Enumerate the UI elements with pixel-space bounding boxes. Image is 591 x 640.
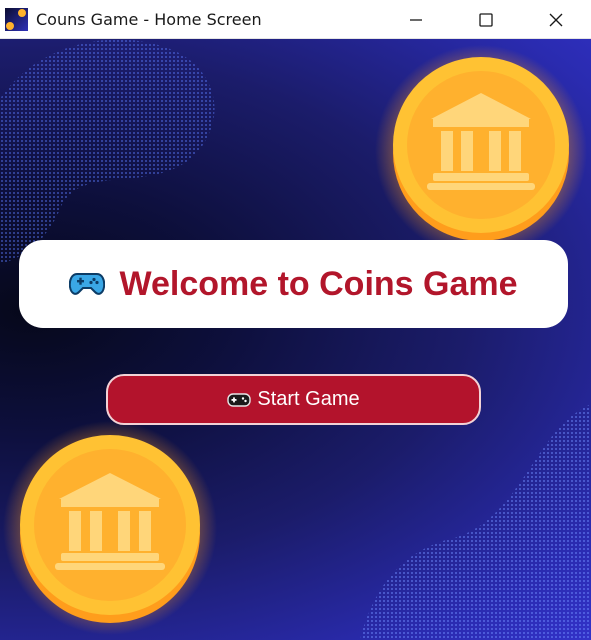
gamepad-icon xyxy=(227,392,252,407)
coin-bank-icon xyxy=(375,45,587,257)
minimize-button[interactable] xyxy=(381,0,451,39)
welcome-banner: Welcome to Coins Game xyxy=(19,240,568,328)
maximize-button[interactable] xyxy=(451,0,521,39)
start-game-button[interactable]: Start Game xyxy=(106,374,481,425)
gamepad-icon xyxy=(69,273,106,295)
dotted-wave-decoration xyxy=(360,404,591,640)
close-icon xyxy=(549,13,563,26)
home-screen: Welcome to Coins Game Start Game xyxy=(0,39,591,640)
close-button[interactable] xyxy=(521,0,591,39)
window-controls xyxy=(381,0,591,39)
app-window: Couns Game - Home Screen Welcome to Coin… xyxy=(0,0,591,640)
dotted-wave-decoration xyxy=(0,39,215,265)
minimize-icon xyxy=(410,18,422,21)
window-title: Couns Game - Home Screen xyxy=(36,9,262,29)
coin-bank-icon xyxy=(3,421,217,635)
app-icon xyxy=(5,7,28,31)
start-game-label: Start Game xyxy=(257,388,360,410)
welcome-title: Welcome to Coins Game xyxy=(119,264,518,303)
maximize-icon xyxy=(479,12,493,27)
title-bar[interactable]: Couns Game - Home Screen xyxy=(0,0,591,39)
